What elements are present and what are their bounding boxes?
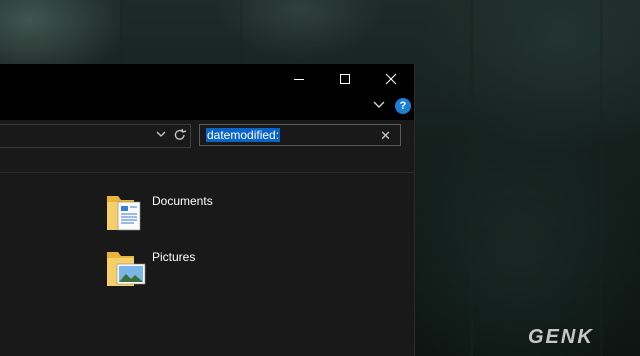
file-explorer-window: ? datemodified: ✕ Documents Pictures xyxy=(0,64,415,356)
expand-ribbon-chevron-icon[interactable] xyxy=(373,100,385,110)
refresh-icon[interactable] xyxy=(173,128,187,142)
close-button[interactable] xyxy=(368,64,414,94)
folder-label: Documents xyxy=(152,194,213,208)
address-bar[interactable] xyxy=(0,124,191,148)
search-input[interactable]: datemodified: ✕ xyxy=(199,124,401,146)
help-button[interactable]: ? xyxy=(395,98,411,114)
folder-item-documents[interactable]: Documents xyxy=(104,190,264,236)
folder-label: Pictures xyxy=(152,250,196,264)
close-icon xyxy=(385,73,397,85)
minimize-icon xyxy=(294,79,304,80)
documents-folder-icon xyxy=(107,196,141,231)
folder-item-pictures[interactable]: Pictures xyxy=(104,246,264,292)
search-query-text[interactable]: datemodified: xyxy=(206,128,281,142)
title-bar xyxy=(0,64,414,94)
help-icon: ? xyxy=(399,100,407,112)
clear-search-icon[interactable]: ✕ xyxy=(380,129,391,142)
maximize-button[interactable] xyxy=(322,64,368,94)
minimize-button[interactable] xyxy=(276,64,322,94)
genk-watermark-logo: GENK xyxy=(528,326,594,348)
address-dropdown-chevron-icon[interactable] xyxy=(156,129,166,139)
divider xyxy=(0,172,414,173)
ribbon-bar xyxy=(0,94,414,120)
pictures-folder-icon xyxy=(107,252,146,286)
maximize-icon xyxy=(340,74,350,84)
